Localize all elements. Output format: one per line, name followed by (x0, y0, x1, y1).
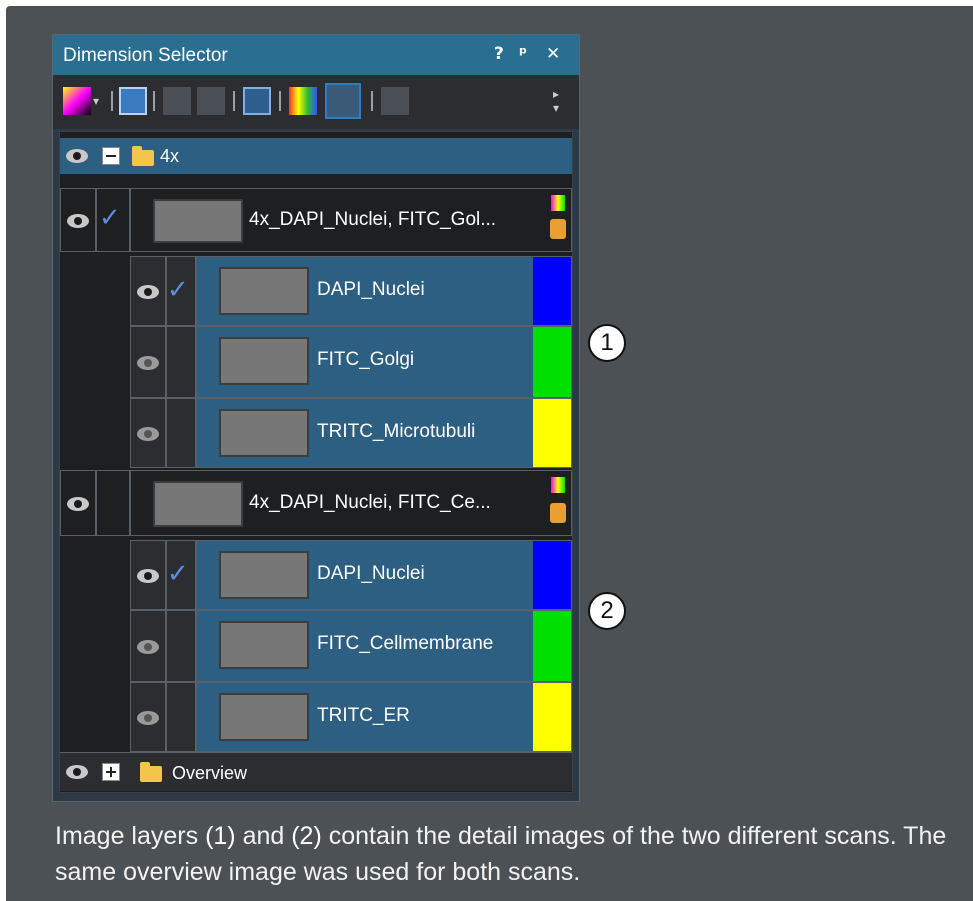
visibility-eye-icon[interactable] (67, 497, 89, 511)
visibility-eye-icon[interactable] (137, 285, 159, 299)
channel-label: DAPI_Nuclei (317, 279, 425, 300)
tree-row-folder-4x[interactable]: 4x (60, 138, 572, 174)
caption-text: and (235, 822, 292, 850)
channel-label: DAPI_Nuclei (317, 563, 425, 584)
channel-thumbnail (219, 693, 309, 741)
tree-row-folder-overview[interactable]: Overview (60, 752, 572, 791)
tree-row-channel[interactable]: TRITC_Microtubuli (60, 398, 572, 468)
single-channel-icon[interactable] (325, 83, 361, 119)
toolbar-separator (153, 91, 155, 111)
overflow-icon[interactable]: ▸ ▾ (553, 87, 565, 115)
check-icon[interactable]: ✓ (99, 203, 121, 233)
channel-thumbnail (219, 409, 309, 457)
figure-caption: Image layers (1) and (2) contain the det… (55, 818, 965, 890)
visibility-eye-icon[interactable] (137, 711, 159, 725)
panel-title: Dimension Selector (63, 45, 228, 66)
expand-icon[interactable] (102, 763, 120, 781)
panel-toolbar: ▾ ▸ ▾ (53, 75, 579, 129)
help-button[interactable]: ? (494, 44, 504, 64)
layer-thumbnail (153, 481, 243, 527)
folder-label: Overview (172, 763, 248, 783)
visibility-eye-icon[interactable] (66, 765, 88, 779)
dimension-selector-panel: Dimension Selector ? ᵖ ✕ ▾ ▸ ▾ 4x ✓ 4x_D… (52, 34, 580, 802)
tree-row-image-layer-1[interactable]: ✓ 4x_DAPI_Nuclei, FITC_Gol... (60, 188, 572, 252)
channel-label: FITC_Cellmembrane (317, 633, 494, 654)
tree-row-channel[interactable]: FITC_Golgi (60, 326, 572, 398)
channel-thumbnail (219, 551, 309, 599)
caption-ref-2: (2) (291, 822, 322, 850)
lock-icon[interactable] (550, 503, 566, 523)
tree-row-image-layer-2[interactable]: 4x_DAPI_Nuclei, FITC_Ce... (60, 470, 572, 536)
close-button[interactable]: ✕ (546, 44, 560, 64)
lock-icon[interactable] (550, 219, 566, 239)
visibility-eye-icon[interactable] (137, 427, 159, 441)
color-mode-icon[interactable] (551, 195, 565, 211)
caption-text: Image layers (55, 822, 206, 850)
channel-label: TRITC_ER (317, 705, 410, 726)
channel-colors-icon[interactable] (289, 87, 317, 115)
visibility-eye-icon[interactable] (137, 356, 159, 370)
layer-tree: 4x ✓ 4x_DAPI_Nuclei, FITC_Gol... ✓ DAPI_… (59, 131, 573, 793)
toolbar-separator (233, 91, 235, 111)
color-mode-icon[interactable] (63, 87, 91, 115)
callout-2: 2 (588, 592, 626, 630)
delete-icon[interactable] (381, 87, 409, 115)
channel-thumbnail (219, 267, 309, 315)
view-settings-icon[interactable] (243, 87, 271, 115)
channel-color-swatch[interactable] (533, 683, 571, 751)
tree-row-channel[interactable]: ✓ DAPI_Nuclei (60, 540, 572, 610)
channel-color-swatch[interactable] (533, 327, 571, 397)
panel-title-bar: Dimension Selector ? ᵖ ✕ (53, 35, 579, 75)
toolbar-separator (279, 91, 281, 111)
channel-label: TRITC_Microtubuli (317, 421, 476, 442)
channel-label: FITC_Golgi (317, 349, 415, 370)
pin-button[interactable]: ᵖ (519, 44, 527, 64)
visibility-eye-icon[interactable] (137, 640, 159, 654)
tree-row-channel[interactable]: FITC_Cellmembrane (60, 610, 572, 682)
tree-row-channel[interactable]: TRITC_ER (60, 682, 572, 752)
folder-label: 4x (160, 146, 180, 166)
image-layer-icon[interactable] (119, 87, 147, 115)
toolbar-separator (111, 91, 113, 111)
visibility-eye-icon[interactable] (67, 214, 89, 228)
caption-ref-1: (1) (205, 822, 236, 850)
callout-1: 1 (588, 324, 626, 362)
folder-icon (140, 762, 162, 782)
channel-thumbnail (219, 621, 309, 669)
check-icon[interactable]: ✓ (167, 559, 189, 589)
tree-row-channel[interactable]: ✓ DAPI_Nuclei (60, 256, 572, 326)
add-layer-icon[interactable] (163, 87, 191, 115)
layer-label: 4x_DAPI_Nuclei, FITC_Gol... (249, 209, 497, 230)
dropdown-arrow-icon[interactable]: ▾ (93, 87, 105, 115)
visibility-eye-icon[interactable] (137, 569, 159, 583)
channel-color-swatch[interactable] (533, 611, 571, 681)
toolbar-separator (371, 91, 373, 111)
channel-thumbnail (219, 337, 309, 385)
merge-layer-icon[interactable] (197, 87, 225, 115)
documentation-figure: Dimension Selector ? ᵖ ✕ ▾ ▸ ▾ 4x ✓ 4x_D… (6, 6, 973, 901)
check-icon[interactable]: ✓ (167, 275, 189, 305)
color-mode-icon[interactable] (551, 477, 565, 493)
folder-icon (132, 146, 154, 166)
channel-color-swatch[interactable] (533, 257, 571, 325)
channel-color-swatch[interactable] (533, 541, 571, 609)
layer-thumbnail (153, 199, 243, 243)
collapse-icon[interactable] (102, 147, 120, 165)
layer-label: 4x_DAPI_Nuclei, FITC_Ce... (249, 492, 491, 513)
visibility-eye-icon[interactable] (66, 149, 88, 163)
channel-color-swatch[interactable] (533, 399, 571, 467)
